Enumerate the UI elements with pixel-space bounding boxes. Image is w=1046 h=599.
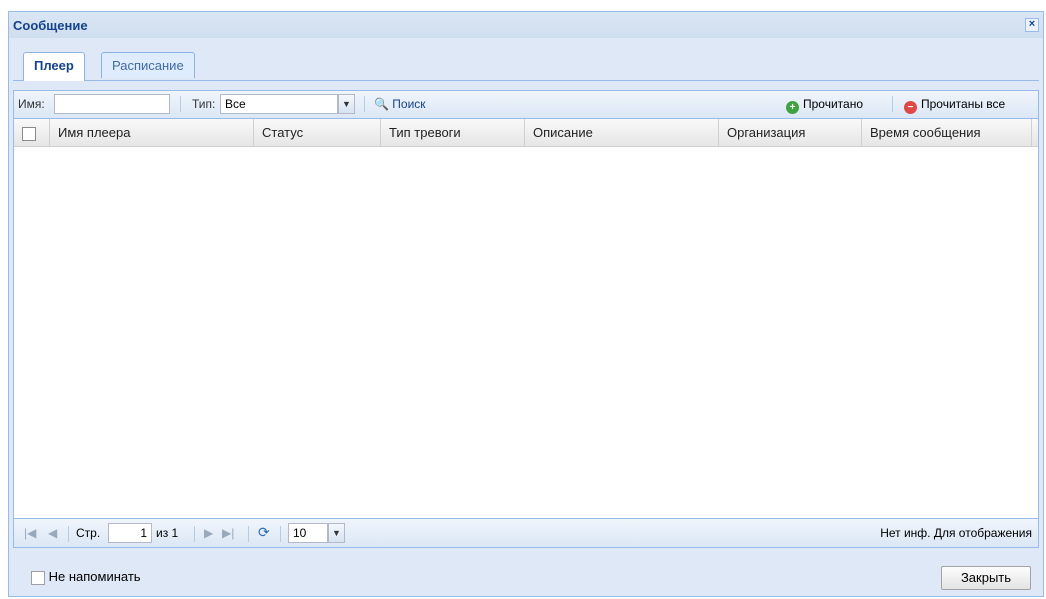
name-label: Имя:: [18, 97, 45, 111]
first-page-icon[interactable]: |◀: [24, 526, 36, 540]
search-label: Поиск: [392, 97, 426, 111]
mark-read-label: Прочитано: [803, 97, 863, 111]
select-all-column: [14, 119, 50, 146]
column-status[interactable]: Статус: [254, 119, 381, 146]
mark-read-button[interactable]: + Прочитано: [786, 97, 863, 114]
column-player-name[interactable]: Имя плеера: [50, 119, 254, 146]
select-all-checkbox[interactable]: [22, 126, 36, 141]
close-button[interactable]: Закрыть: [941, 566, 1031, 590]
add-circle-icon: +: [786, 101, 799, 114]
column-message-time[interactable]: Время сообщения: [862, 119, 1032, 146]
messages-grid: Имя плеера Статус Тип тревоги Описание О…: [13, 118, 1039, 519]
page-size-select[interactable]: 10: [288, 523, 328, 543]
chevron-down-icon[interactable]: ▼: [338, 94, 355, 114]
page-number-input[interactable]: [108, 523, 152, 543]
filter-toolbar: Имя: Тип: Все ▼ 🔍 Поиск + Прочитано − Проч…: [13, 90, 1039, 118]
paging-divider: [280, 526, 281, 542]
window-footer: Не напоминать Закрыть: [9, 552, 1043, 598]
tab-player[interactable]: Плеер: [23, 52, 85, 81]
window-title: Сообщение: [13, 18, 88, 33]
paging-divider: [248, 526, 249, 542]
chevron-down-icon[interactable]: ▼: [328, 523, 345, 543]
prev-page-icon[interactable]: ◀: [48, 526, 57, 540]
type-select[interactable]: Все: [220, 94, 338, 114]
paging-status: Нет инф. Для отображения: [880, 526, 1032, 540]
page-count: из 1: [156, 526, 179, 540]
tab-strip: Плеер Расписание: [13, 50, 1039, 81]
page-label: Стр.: [76, 526, 101, 540]
paging-toolbar: |◀ ◀ Стр. из 1 ▶ ▶| ⟳ 10 ▼ Нет инф. Для …: [13, 519, 1039, 548]
column-description[interactable]: Описание: [525, 119, 719, 146]
close-icon[interactable]: ×: [1025, 18, 1039, 32]
dont-remind-checkbox[interactable]: [31, 570, 45, 585]
dont-remind-label: Не напоминать: [48, 569, 141, 584]
search-icon: 🔍: [374, 97, 389, 111]
next-page-icon[interactable]: ▶: [204, 526, 213, 540]
message-window: Сообщение × Плеер Расписание Имя: Тип: В…: [8, 11, 1044, 597]
column-organization[interactable]: Организация: [719, 119, 862, 146]
search-button[interactable]: 🔍 Поиск: [374, 97, 426, 111]
tab-schedule[interactable]: Расписание: [101, 52, 195, 78]
toolbar-divider: [180, 96, 181, 112]
last-page-icon[interactable]: ▶|: [222, 526, 234, 540]
paging-divider: [68, 526, 69, 542]
type-label: Тип:: [192, 97, 216, 111]
toolbar-divider: [364, 96, 365, 112]
page-size-value: 10: [293, 526, 307, 540]
refresh-icon[interactable]: ⟳: [258, 524, 270, 541]
title-bar[interactable]: Сообщение ×: [9, 12, 1043, 38]
paging-divider: [194, 526, 195, 542]
remove-circle-icon: −: [904, 101, 917, 114]
grid-header: Имя плеера Статус Тип тревоги Описание О…: [14, 119, 1038, 147]
mark-all-read-label: Прочитаны все: [921, 97, 1006, 111]
dont-remind-option[interactable]: Не напоминать: [31, 569, 141, 585]
mark-all-read-button[interactable]: − Прочитаны все: [904, 97, 1005, 114]
name-input[interactable]: [54, 94, 170, 114]
toolbar-divider: [892, 96, 893, 112]
column-alarm-type[interactable]: Тип тревоги: [381, 119, 525, 146]
type-select-value: Все: [225, 97, 246, 111]
